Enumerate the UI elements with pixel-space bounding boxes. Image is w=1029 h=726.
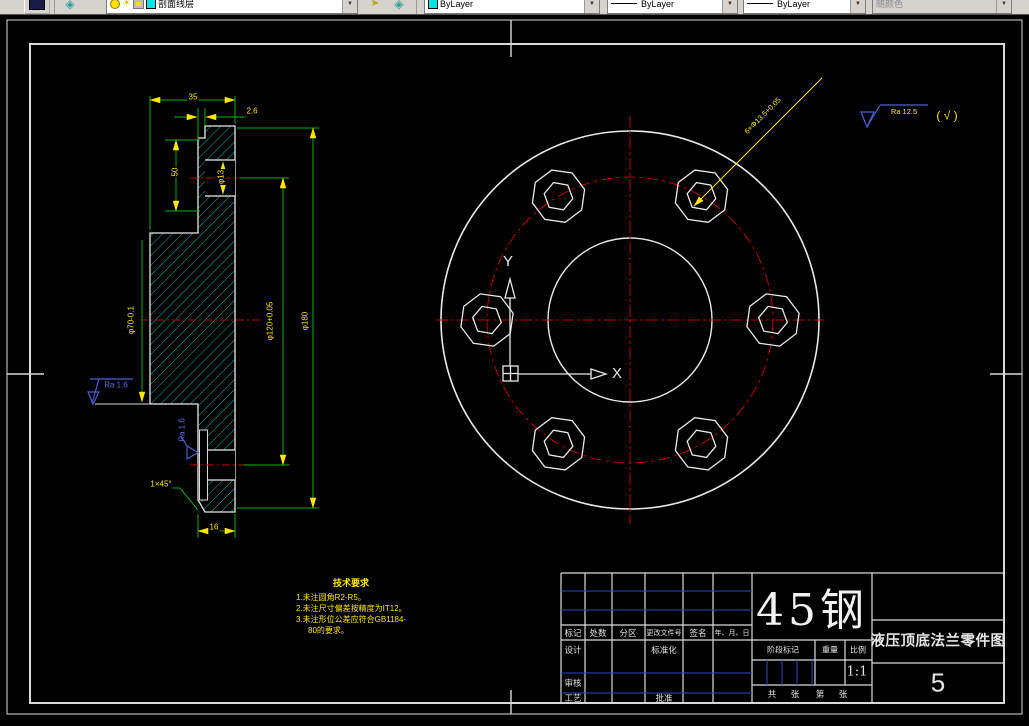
dim-bolt-circle: φ120+0.05: [265, 300, 276, 342]
tb-mark: 标记: [564, 628, 582, 638]
tech-req-line: 3.未注形位公差应符合GB1184-: [296, 615, 407, 624]
chamfer-note: 1×45°: [149, 479, 173, 490]
front-view: [436, 77, 824, 524]
tb-sheet: 张: [790, 689, 800, 699]
ucs-icon: [502, 276, 609, 382]
tb-zone: 分区: [619, 628, 637, 638]
dim-step: 2.6: [245, 106, 259, 117]
dim-width: 35: [187, 92, 199, 103]
drawing-number: 5: [930, 667, 946, 698]
ucs-y-arrowhead: [504, 276, 516, 299]
section-view: [87, 96, 319, 538]
tb-page: 第: [815, 689, 825, 699]
tb-date: 年、月、日: [714, 630, 750, 637]
ucs-x-label: X: [611, 364, 623, 382]
dim-depth: 50: [170, 166, 181, 178]
drawing-canvas: [6, 19, 1023, 715]
dim-outer-dia: φ180: [300, 310, 311, 332]
tb-total: 共: [767, 689, 777, 699]
cad-application-window: ◈ ☀ 剖面线层 ▼ ➤ ◈ ByLayer ▼ ByLayer ▼ ByLay…: [0, 0, 1029, 726]
bolt-hole: [672, 167, 731, 225]
roughness-left: Ra 1.6: [104, 380, 128, 390]
dim-hole-dia: φ13: [216, 168, 227, 186]
default-roughness-value: Ra 12.5: [890, 106, 918, 116]
tech-req-title: 技术要求: [333, 578, 370, 588]
tb-weight: 重量: [822, 645, 838, 655]
tb-count: 处数: [589, 628, 607, 638]
material: 45钢: [756, 585, 868, 636]
tb-process: 工艺: [564, 693, 582, 703]
ucs-y-label: Y: [502, 252, 514, 270]
scale-value: 1:1: [846, 664, 868, 680]
tb-scale: 比例: [850, 645, 866, 655]
tb-design: 设计: [564, 645, 582, 655]
drawing-title: 液压顶底法兰零件图: [870, 633, 1006, 650]
tb-review: 审核: [564, 678, 582, 688]
default-roughness-paren: ( √ ): [936, 108, 958, 123]
tech-req-line: 80的要求。: [308, 626, 349, 635]
tech-req-line: 2.未注尺寸偏差按精度为IT12。: [296, 604, 407, 613]
tb-change-file: 更改文件号: [646, 630, 682, 637]
chamfer-leader: [170, 487, 199, 511]
roughness-edge: Ra 1.6: [177, 418, 187, 442]
dim-bore: φ70-0.1: [126, 305, 137, 335]
tb-signature: 签名: [689, 628, 707, 638]
ucs-x-arrowhead: [590, 368, 609, 380]
tb-sheet2: 张: [838, 689, 848, 699]
tb-standardize: 标准化: [651, 645, 677, 655]
holes-leader-line: [693, 77, 823, 207]
tech-req-line: 1.未注圆角R2-R5。: [296, 593, 366, 602]
dim-thickness: 16: [208, 522, 220, 533]
tb-approve: 批准: [655, 693, 673, 703]
tb-stage: 阶段标记: [767, 645, 799, 655]
